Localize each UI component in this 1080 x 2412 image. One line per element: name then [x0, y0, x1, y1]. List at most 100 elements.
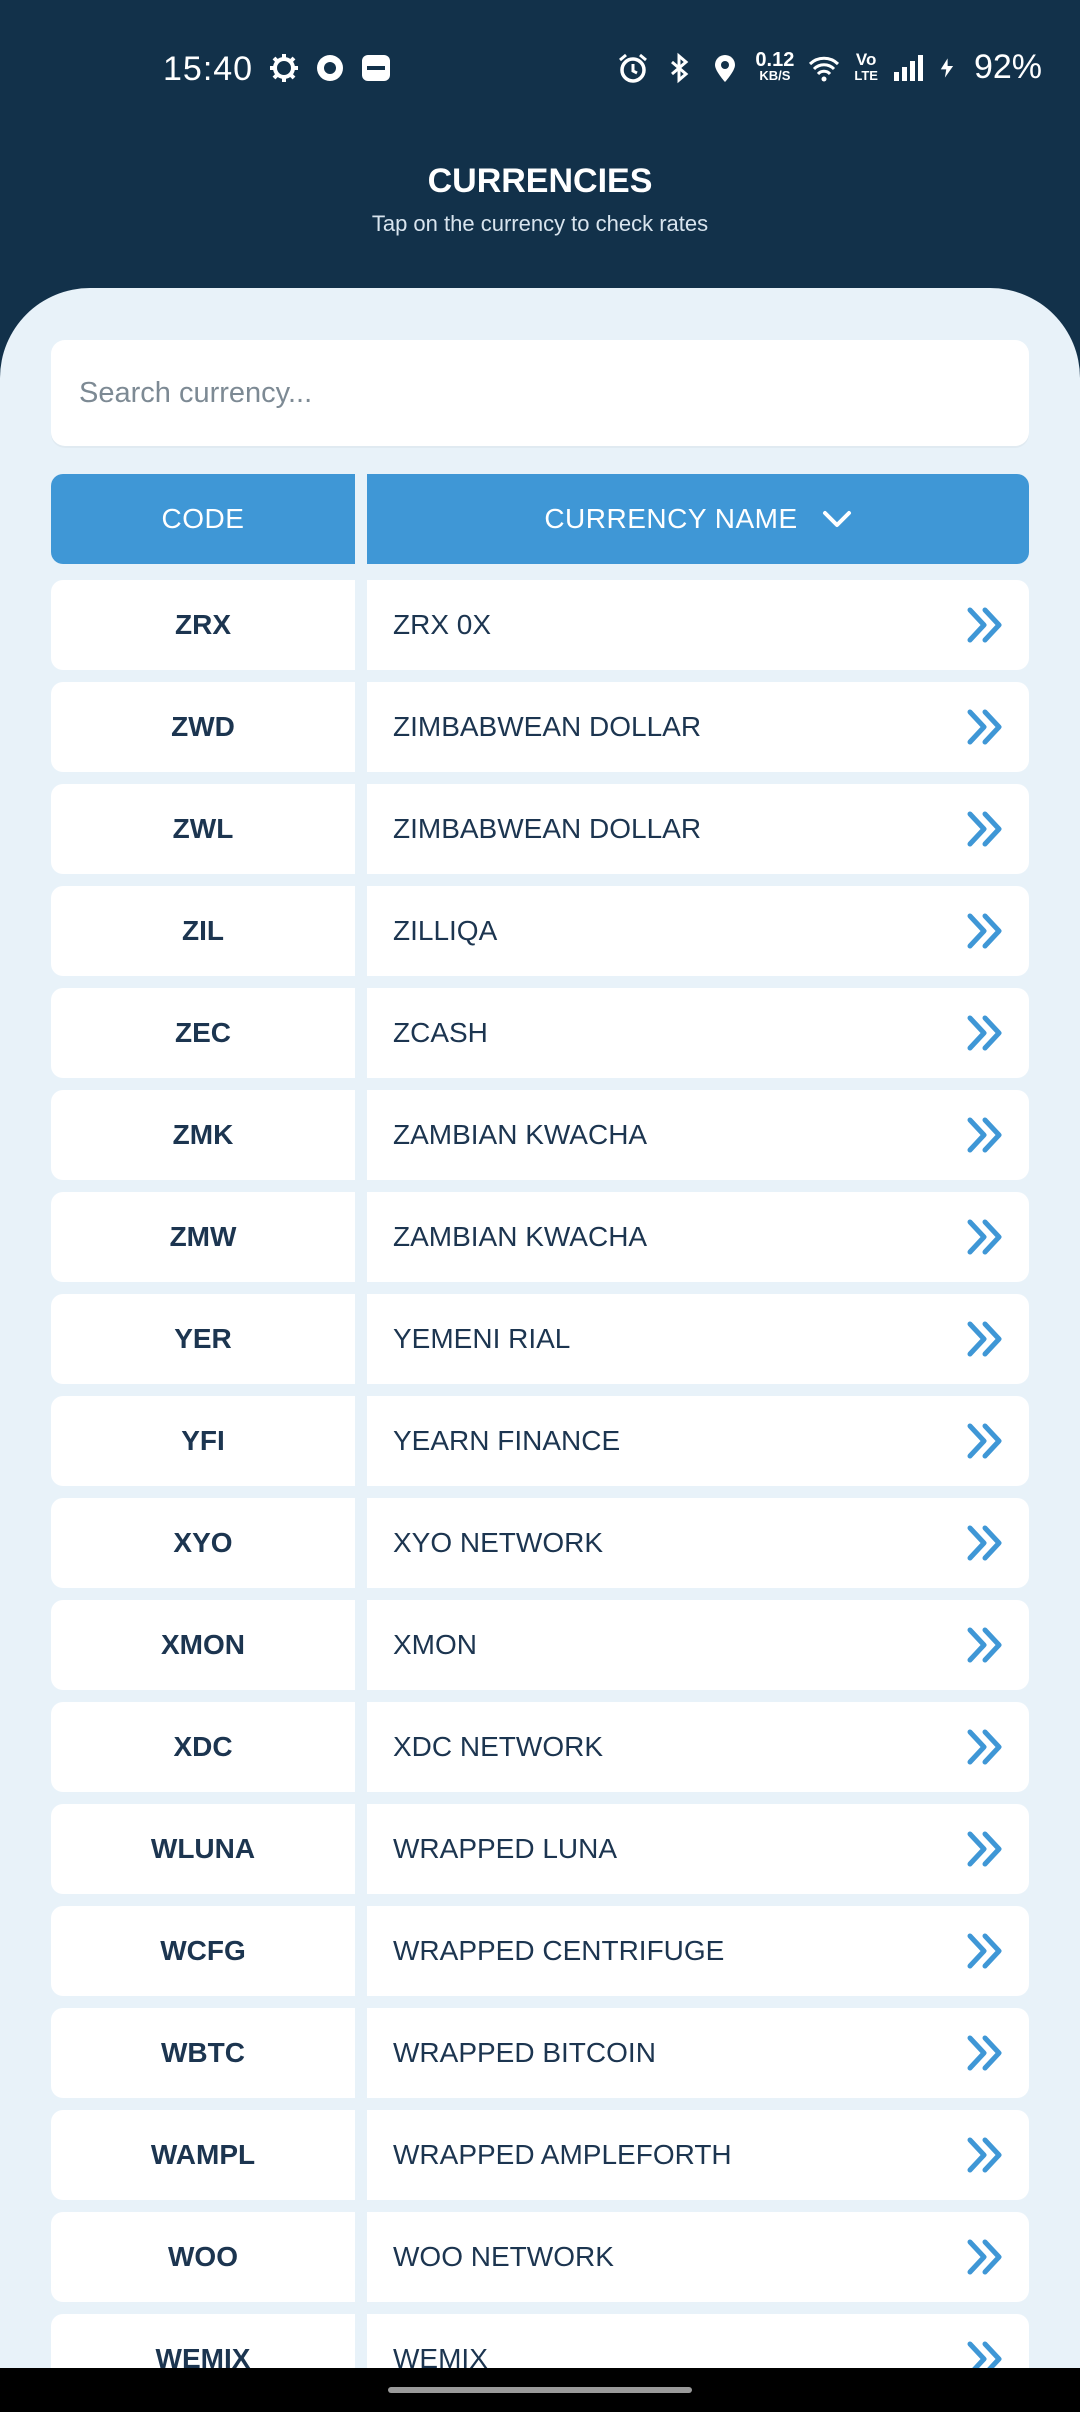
currency-row[interactable]: YER YEMENI RIAL [51, 1294, 1029, 1384]
currency-row[interactable]: ZMW ZAMBIAN KWACHA [51, 1192, 1029, 1282]
currency-name-label: WRAPPED CENTRIFUGE [393, 1935, 725, 1966]
navigation-bar [0, 2368, 1080, 2412]
double-chevron-right-icon[interactable] [965, 1422, 1005, 1460]
currency-name-column-header[interactable]: CURRENCY NAME [367, 474, 1029, 564]
volte-top: Vo [855, 49, 877, 69]
currency-code: WOO [51, 2212, 355, 2302]
currency-name-label: WEMIX [393, 2343, 488, 2368]
currency-row[interactable]: WEMIX WEMIX [51, 2314, 1029, 2368]
battery-percent: 92% [973, 48, 1042, 86]
currency-name-label: ZIMBABWEAN DOLLAR [393, 813, 702, 844]
search-box[interactable] [51, 340, 1029, 446]
double-chevron-right-icon[interactable] [965, 1116, 1005, 1154]
signal-icon [893, 54, 923, 81]
currency-row[interactable]: YFI YEARN FINANCE [51, 1396, 1029, 1486]
currency-code: YER [51, 1294, 355, 1384]
page-subtitle: Tap on the currency to check rates [371, 211, 709, 236]
currency-row[interactable]: ZWL ZIMBABWEAN DOLLAR [51, 784, 1029, 874]
currency-name-label: YEARN FINANCE [393, 1425, 621, 1456]
currency-row[interactable]: WCFG WRAPPED CENTRIFUGE [51, 1906, 1029, 1996]
double-chevron-right-icon[interactable] [965, 606, 1005, 644]
currency-code: WAMPL [51, 2110, 355, 2200]
currency-name-label: YEMENI RIAL [393, 1323, 571, 1354]
currency-code: ZMW [51, 1192, 355, 1282]
double-chevron-right-icon[interactable] [965, 1524, 1005, 1562]
double-chevron-right-icon[interactable] [965, 1014, 1005, 1052]
network-speed-unit: KB/S [759, 67, 791, 83]
double-chevron-right-icon[interactable] [965, 708, 1005, 746]
content-panel: CODE CURRENCY NAME ZRX ZRX 0X ZWD ZIMBABWEA… [0, 288, 1080, 2368]
code-column-header[interactable]: CODE [51, 474, 355, 564]
currency-name: WEMIX [367, 2314, 1029, 2368]
currency-row[interactable]: ZWD ZIMBABWEAN DOLLAR [51, 682, 1029, 772]
currency-name-label: ZIMBABWEAN DOLLAR [393, 711, 702, 742]
currency-row[interactable]: XDC XDC NETWORK [51, 1702, 1029, 1792]
currency-name-label: WRAPPED LUNA [393, 1833, 618, 1864]
currency-name: XYO NETWORK [367, 1498, 1029, 1588]
currency-name-label: XDC NETWORK [393, 1731, 603, 1762]
double-chevron-right-icon[interactable] [965, 2136, 1005, 2174]
status-time: 15:40 [163, 50, 254, 88]
currency-name-label: ZAMBIAN KWACHA [393, 1221, 648, 1252]
currency-name: WOO NETWORK [367, 2212, 1029, 2302]
status-bar: 15:40 0.12 KB/S Vo LTE 92% [0, 0, 1080, 140]
currency-name: ZIMBABWEAN DOLLAR [367, 784, 1029, 874]
currency-code: ZWL [51, 784, 355, 874]
currency-list: ZRX ZRX 0X ZWD ZIMBABWEAN DOLLAR ZWL ZIMBABWE… [51, 580, 1029, 2368]
currency-name-label: XYO NETWORK [393, 1527, 604, 1558]
currency-name-label: ZRX 0X [393, 609, 492, 640]
double-chevron-right-icon[interactable] [965, 1626, 1005, 1664]
currency-name-label: ZCASH [393, 1017, 488, 1048]
double-chevron-right-icon[interactable] [965, 1218, 1005, 1256]
currency-row[interactable]: ZRX ZRX 0X [51, 580, 1029, 670]
currency-code: ZMK [51, 1090, 355, 1180]
location-icon [715, 54, 736, 82]
currency-code: ZIL [51, 886, 355, 976]
double-chevron-right-icon[interactable] [965, 2238, 1005, 2276]
currency-name: ZAMBIAN KWACHA [367, 1090, 1029, 1180]
currency-name: ZAMBIAN KWACHA [367, 1192, 1029, 1282]
currency-row[interactable]: WBTC WRAPPED BITCOIN [51, 2008, 1029, 2098]
currency-code: WBTC [51, 2008, 355, 2098]
currency-code: XDC [51, 1702, 355, 1792]
currency-name: WRAPPED CENTRIFUGE [367, 1906, 1029, 1996]
circle-icon [317, 55, 343, 81]
network-speed-value: 0.12 [755, 48, 795, 71]
currency-name: ZIMBABWEAN DOLLAR [367, 682, 1029, 772]
currency-name-column-label: CURRENCY NAME [544, 503, 798, 534]
currency-row[interactable]: ZMK ZAMBIAN KWACHA [51, 1090, 1029, 1180]
currency-name: XMON [367, 1600, 1029, 1690]
currency-name-label: XMON [393, 1629, 477, 1660]
currency-row[interactable]: WLUNA WRAPPED LUNA [51, 1804, 1029, 1894]
double-chevron-right-icon[interactable] [965, 1320, 1005, 1358]
currency-name: YEARN FINANCE [367, 1396, 1029, 1486]
table-header: CODE CURRENCY NAME [51, 474, 1029, 564]
currency-code: WCFG [51, 1906, 355, 1996]
currency-row[interactable]: ZEC ZCASH [51, 988, 1029, 1078]
page-header: CURRENCIES Tap on the currency to check … [0, 160, 1080, 237]
currency-row[interactable]: WAMPL WRAPPED AMPLEFORTH [51, 2110, 1029, 2200]
double-chevron-right-icon[interactable] [965, 1728, 1005, 1766]
double-chevron-right-icon[interactable] [965, 2340, 1005, 2368]
currency-name-label: ZILLIQA [393, 915, 498, 946]
currency-row[interactable]: XYO XYO NETWORK [51, 1498, 1029, 1588]
currency-code: ZWD [51, 682, 355, 772]
currency-row[interactable]: WOO WOO NETWORK [51, 2212, 1029, 2302]
currency-name: XDC NETWORK [367, 1702, 1029, 1792]
double-chevron-right-icon[interactable] [965, 810, 1005, 848]
network-speed: 0.12 KB/S [755, 48, 795, 84]
currency-code: XMON [51, 1600, 355, 1690]
double-chevron-right-icon[interactable] [965, 2034, 1005, 2072]
home-gesture-handle[interactable] [388, 2387, 692, 2393]
double-chevron-right-icon[interactable] [965, 912, 1005, 950]
currency-code: WEMIX [51, 2314, 355, 2368]
search-input[interactable] [77, 375, 1029, 411]
volte-badge: Vo LTE [854, 49, 878, 84]
currency-name: YEMENI RIAL [367, 1294, 1029, 1384]
currency-row[interactable]: XMON XMON [51, 1600, 1029, 1690]
currency-row[interactable]: ZIL ZILLIQA [51, 886, 1029, 976]
currency-code: WLUNA [51, 1804, 355, 1894]
double-chevron-right-icon[interactable] [965, 1830, 1005, 1868]
currency-name-label: ZAMBIAN KWACHA [393, 1119, 648, 1150]
double-chevron-right-icon[interactable] [965, 1932, 1005, 1970]
